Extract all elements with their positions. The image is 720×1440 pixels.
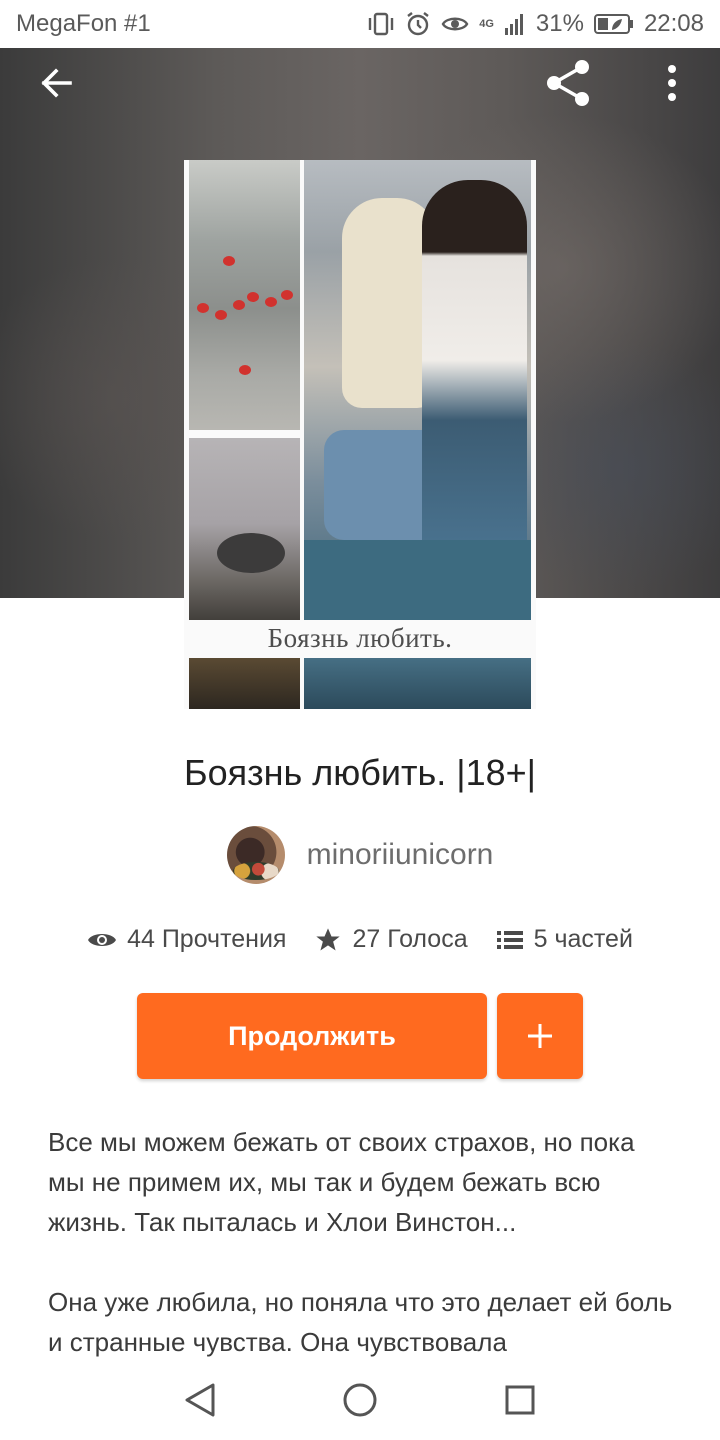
story-title: Боязнь любить. |18+| bbox=[183, 752, 537, 793]
description-paragraph: Все мы можем бежать от своих страхов, но… bbox=[48, 1127, 635, 1237]
more-vertical-icon bbox=[668, 65, 676, 101]
list-icon bbox=[496, 930, 523, 949]
status-bar: MegaFon #1 4G 31% 22:08 bbox=[0, 0, 720, 48]
votes-stat: 27 Голоса bbox=[314, 925, 468, 954]
more-options-button[interactable] bbox=[644, 55, 700, 111]
nav-recents-button[interactable] bbox=[496, 1376, 544, 1424]
battery-icon bbox=[593, 13, 634, 35]
story-stats: 44 Прочтения 27 Голоса 5 частей bbox=[0, 925, 720, 954]
avatar[interactable] bbox=[226, 826, 285, 884]
status-icons: 4G 31% 22:08 bbox=[367, 10, 704, 38]
vibrate-icon bbox=[367, 11, 395, 37]
arrow-back-icon bbox=[41, 68, 72, 98]
battery-percent: 31% bbox=[535, 10, 584, 37]
triangle-back-icon bbox=[185, 1383, 215, 1417]
signal-icon bbox=[504, 12, 526, 36]
cover-sea-panel bbox=[189, 160, 300, 430]
star-icon bbox=[316, 927, 341, 950]
continue-reading-button[interactable]: Продолжить bbox=[137, 993, 487, 1079]
reads-count: 44 Прочтения bbox=[127, 925, 287, 953]
cover-title: Боязнь любить. bbox=[267, 622, 453, 653]
author-row[interactable]: minoriiunicorn bbox=[0, 826, 720, 884]
circle-home-icon bbox=[343, 1383, 377, 1417]
cover-bottom-right-panel bbox=[304, 658, 531, 709]
nav-home-button[interactable] bbox=[336, 1376, 384, 1424]
parts-count: 5 частей bbox=[533, 925, 633, 953]
votes-count: 27 Голоса bbox=[352, 925, 468, 953]
reads-stat: 44 Прочтения bbox=[87, 925, 286, 954]
description-paragraph: Она уже любила, но поняла что это делает… bbox=[48, 1287, 673, 1357]
plus-icon bbox=[528, 1024, 552, 1048]
story-cover[interactable]: Боязнь любить. bbox=[184, 160, 536, 709]
cover-sky-panel bbox=[189, 438, 300, 628]
back-button[interactable] bbox=[28, 55, 84, 111]
carrier-label: MegaFon #1 bbox=[16, 10, 151, 37]
cover-couple-panel bbox=[304, 160, 531, 620]
alarm-icon bbox=[405, 11, 431, 37]
cover-title-band: Боязнь любить. bbox=[184, 620, 536, 656]
eye-comfort-icon bbox=[441, 12, 469, 36]
share-button[interactable] bbox=[540, 55, 596, 111]
square-recents-icon bbox=[505, 1385, 535, 1415]
eye-icon bbox=[88, 933, 117, 946]
add-to-library-button[interactable] bbox=[497, 993, 583, 1079]
system-nav-bar bbox=[0, 1360, 720, 1440]
clock: 22:08 bbox=[643, 10, 704, 37]
cover-bottom-left-panel bbox=[189, 658, 300, 709]
nav-back-button[interactable] bbox=[176, 1376, 224, 1424]
parts-stat: 5 частей bbox=[496, 925, 633, 954]
network-label: 4G bbox=[479, 18, 494, 30]
author-name[interactable]: minoriiunicorn bbox=[307, 838, 494, 872]
share-icon bbox=[547, 60, 589, 106]
